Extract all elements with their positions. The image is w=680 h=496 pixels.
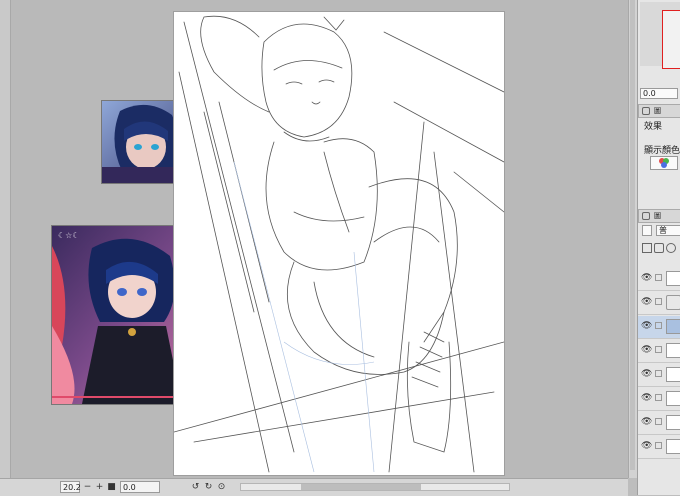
- zoom-fit-icon[interactable]: ■: [106, 481, 117, 493]
- tab-layer[interactable]: 圖: [638, 209, 680, 223]
- new-folder-icon[interactable]: [654, 243, 664, 253]
- layer-row[interactable]: 👁: [638, 292, 680, 315]
- layer-row[interactable]: 👁: [638, 340, 680, 363]
- color-wheel-icon: [659, 158, 669, 168]
- tab-layer-label: 圖: [654, 212, 661, 220]
- layer-thumbnail: [666, 367, 680, 382]
- eye-icon[interactable]: 👁: [641, 370, 652, 379]
- rotation-angle-field[interactable]: 0.0: [120, 481, 160, 493]
- layer-toolbar: [640, 240, 680, 258]
- eye-icon[interactable]: 👁: [641, 394, 652, 403]
- layer-thumbnail: [666, 271, 680, 286]
- navigator-preview[interactable]: [640, 2, 680, 69]
- eye-icon[interactable]: 👁: [641, 274, 652, 283]
- zoom-in-icon[interactable]: +: [94, 481, 105, 493]
- layer-row[interactable]: 👁: [638, 388, 680, 411]
- layer-mask-icon[interactable]: [666, 243, 676, 253]
- display-color-label: 顯示顏色: [644, 146, 680, 156]
- layer-thumbnail: [666, 391, 680, 406]
- left-dock-strip: [0, 0, 11, 478]
- tab-layer-property-label: 圖: [654, 107, 661, 115]
- folder-icon: [666, 295, 680, 310]
- navigator-angle-field[interactable]: 0.0: [640, 88, 678, 99]
- drawing-canvas[interactable]: [174, 12, 504, 475]
- canvas-horizontal-scrollbar[interactable]: [240, 483, 510, 491]
- layer-property-icon: [642, 107, 650, 115]
- layer-row[interactable]: 👁: [638, 268, 680, 291]
- rotate-left-icon[interactable]: ↺: [190, 481, 201, 493]
- navigator-view-frame[interactable]: [662, 10, 680, 69]
- lock-icon[interactable]: [655, 370, 662, 377]
- zoom-out-icon[interactable]: −: [82, 481, 93, 493]
- rotate-right-icon[interactable]: ↻: [203, 481, 214, 493]
- canvas-vertical-scrollbar[interactable]: [628, 0, 637, 478]
- tab-layer-property[interactable]: 圖: [638, 104, 680, 118]
- layer-row[interactable]: 👁: [638, 412, 680, 435]
- eye-icon[interactable]: 👁: [641, 346, 652, 355]
- sketch-lineart: [174, 15, 504, 473]
- eye-icon[interactable]: 👁: [641, 298, 652, 307]
- pen-icon[interactable]: [655, 322, 662, 329]
- layer-color-swatch[interactable]: [642, 225, 652, 236]
- layer-row[interactable]: 👁: [638, 436, 680, 459]
- layer-thumbnail: [666, 319, 680, 334]
- effect-label: 效果: [644, 122, 663, 132]
- lock-icon[interactable]: [655, 298, 662, 305]
- layer-thumbnail: [666, 439, 680, 454]
- zoom-level-field[interactable]: 20.2: [60, 481, 81, 493]
- new-layer-icon[interactable]: [642, 243, 652, 253]
- right-dock-panel: 0.0 圖 效果 顯示顏色 圖 普 👁 👁 👁 👁 👁 👁 👁 👁: [637, 0, 680, 495]
- lock-icon[interactable]: [655, 418, 662, 425]
- vertical-scroll-thumb[interactable]: [630, 0, 635, 470]
- layer-icon: [642, 212, 650, 220]
- lock-icon[interactable]: [655, 274, 662, 281]
- canvas-status-bar: 20.2 − + ■ 0.0 ↺ ↻ ⊙: [0, 478, 628, 496]
- eye-icon[interactable]: 👁: [641, 442, 652, 451]
- reset-rotation-icon[interactable]: ⊙: [216, 481, 227, 493]
- layer-list: 👁 👁 👁 👁 👁 👁 👁 👁: [638, 268, 680, 459]
- layer-thumbnail: [666, 343, 680, 358]
- layer-thumbnail: [666, 415, 680, 430]
- svg-text:☾☆☾: ☾☆☾: [58, 231, 80, 240]
- layer-row[interactable]: 👁: [638, 316, 680, 339]
- eye-icon[interactable]: 👁: [641, 322, 652, 331]
- horizontal-scroll-thumb[interactable]: [301, 484, 421, 490]
- blend-mode-select[interactable]: 普: [656, 225, 680, 236]
- lock-icon[interactable]: [655, 346, 662, 353]
- layer-row[interactable]: 👁: [638, 364, 680, 387]
- lock-icon[interactable]: [655, 394, 662, 401]
- eye-icon[interactable]: 👁: [641, 418, 652, 427]
- display-color-button[interactable]: [650, 156, 678, 170]
- lock-icon[interactable]: [655, 442, 662, 449]
